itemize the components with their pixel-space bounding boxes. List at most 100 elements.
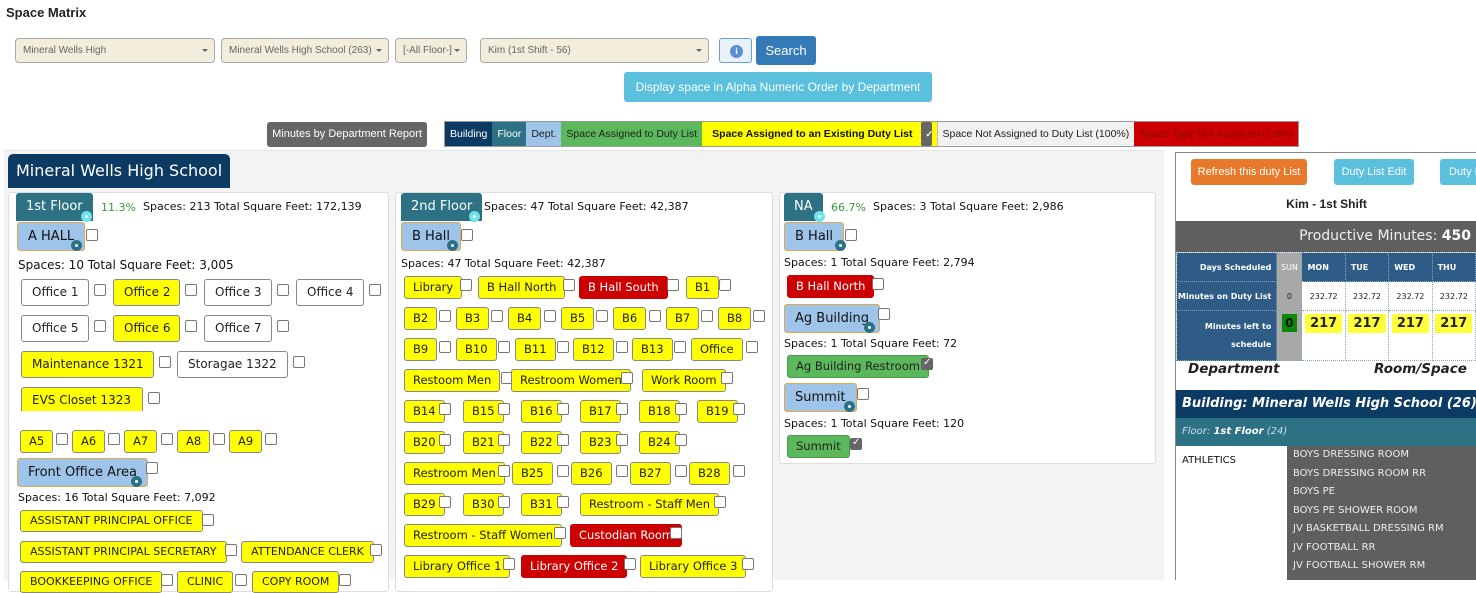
space-b-hall-north[interactable]: B Hall North (787, 275, 875, 298)
space-checkbox[interactable] (491, 310, 503, 322)
space-office-4[interactable]: Office 4 (296, 279, 364, 306)
dept-checkbox[interactable] (146, 462, 158, 474)
space-checkbox[interactable] (213, 433, 225, 445)
space-checkbox[interactable] (498, 496, 510, 508)
duty-list-button[interactable]: Duty L (1440, 159, 1476, 185)
space-checkbox[interactable] (616, 403, 628, 415)
space-clinic[interactable]: CLINIC (177, 571, 234, 593)
space-checkbox[interactable] (159, 356, 171, 368)
space-button[interactable]: B16 (521, 400, 562, 423)
space-checkbox[interactable] (369, 284, 381, 296)
space-checkbox[interactable] (439, 434, 451, 446)
space-button[interactable]: B27 (630, 462, 671, 485)
space-checkbox[interactable] (94, 284, 106, 296)
space-button[interactable]: B23 (580, 431, 621, 454)
space-bookkeeping[interactable]: BOOKKEEPING OFFICE (20, 571, 163, 593)
space-checkbox[interactable] (544, 310, 556, 322)
space-checkbox[interactable] (370, 544, 382, 556)
collapse-icon[interactable] (81, 211, 92, 222)
info-button[interactable]: i (719, 38, 752, 63)
space-checkbox[interactable] (148, 392, 160, 404)
space-checkbox[interactable] (503, 558, 515, 570)
space-button[interactable]: B17 (580, 400, 621, 423)
space-button[interactable]: B13 (632, 338, 673, 361)
space-asst-principal-secretary[interactable]: ASSISTANT PRINCIPAL SECRETARY (20, 541, 227, 563)
space-storage[interactable]: Storagae 1322 (177, 351, 288, 378)
floor-select[interactable]: [-All Floor-] (395, 38, 467, 63)
space-a6[interactable]: A6 (72, 430, 106, 453)
space-checkbox[interactable] (557, 496, 569, 508)
space-checkbox[interactable] (721, 372, 733, 384)
space-checkbox[interactable] (563, 279, 575, 291)
space-button[interactable]: B12 (573, 338, 614, 361)
space-checkbox[interactable] (460, 279, 472, 291)
space-office-5[interactable]: Office 5 (21, 315, 89, 342)
room-item[interactable]: BOYS PE (1287, 483, 1476, 502)
expand-icon[interactable] (844, 401, 855, 412)
space-checkbox[interactable] (667, 279, 679, 291)
space-checkbox[interactable] (94, 320, 106, 332)
space-button[interactable]: B Hall North (478, 276, 566, 299)
space-button[interactable]: B19 (697, 400, 738, 423)
building-tab[interactable]: Mineral Wells High School (8, 154, 231, 188)
room-item[interactable]: JV FOOTBALL SHOWER RM (1287, 557, 1476, 576)
space-checkbox[interactable] (557, 465, 569, 477)
dept-checkbox[interactable] (857, 388, 869, 400)
room-item[interactable]: JV BASKETBALL DRESSING RM (1287, 520, 1476, 539)
space-button[interactable]: B31 (521, 493, 562, 516)
space-button[interactable]: B26 (571, 462, 612, 485)
space-checkbox[interactable] (616, 341, 628, 353)
dept-checkbox[interactable] (461, 229, 473, 241)
space-button[interactable]: B5 (561, 307, 595, 330)
space-button[interactable]: B18 (639, 400, 680, 423)
building-row[interactable]: Building: Mineral Wells High School (26) (1176, 390, 1476, 418)
space-checkbox[interactable] (225, 544, 237, 556)
space-office-2[interactable]: Office 2 (113, 279, 180, 306)
space-checkbox[interactable] (235, 574, 247, 586)
space-checkbox[interactable] (649, 310, 661, 322)
space-checkbox[interactable] (753, 310, 765, 322)
building-select[interactable]: Mineral Wells High School (263) (221, 38, 389, 63)
space-button[interactable]: Library (404, 276, 463, 299)
space-a8[interactable]: A8 (177, 430, 211, 453)
space-button[interactable]: B22 (521, 431, 562, 454)
space-checkbox[interactable] (616, 434, 628, 446)
search-button[interactable]: Search (756, 36, 816, 65)
space-button[interactable]: B2 (404, 307, 438, 330)
space-button[interactable]: Work Room (642, 369, 726, 392)
space-asst-principal-office[interactable]: ASSISTANT PRINCIPAL OFFICE (20, 510, 203, 532)
space-button[interactable]: B10 (456, 338, 497, 361)
space-checkbox[interactable] (674, 341, 686, 353)
space-button[interactable]: Restroom - Staff Women (404, 524, 562, 547)
space-checkbox[interactable] (339, 574, 351, 586)
refresh-duty-list-button[interactable]: Refresh this duty List (1191, 159, 1307, 185)
space-checkbox[interactable] (161, 433, 173, 445)
space-checkbox-checked[interactable] (921, 357, 933, 370)
collapse-icon[interactable] (469, 211, 480, 222)
dept-checkbox[interactable] (878, 308, 890, 320)
dept-checkbox[interactable] (86, 229, 98, 241)
minutes-report-button[interactable]: Minutes by Department Report (267, 122, 427, 147)
district-select[interactable]: Mineral Wells High (15, 38, 215, 63)
space-checkbox[interactable] (675, 403, 687, 415)
space-button[interactable]: B28 (689, 462, 730, 485)
space-button[interactable]: B4 (508, 307, 542, 330)
space-button[interactable]: Library Office 3 (640, 555, 747, 578)
space-a7[interactable]: A7 (124, 430, 158, 453)
expand-icon[interactable] (447, 240, 458, 251)
space-checkbox[interactable] (277, 284, 289, 296)
space-button[interactable]: Library Office 1 (404, 555, 511, 578)
space-a9[interactable]: A9 (229, 430, 263, 453)
space-office-3[interactable]: Office 3 (204, 279, 272, 306)
space-checkbox[interactable] (719, 279, 731, 291)
space-checkbox[interactable] (202, 514, 214, 526)
space-checkbox[interactable] (621, 372, 633, 384)
space-checkbox[interactable] (624, 558, 636, 570)
space-button[interactable]: B24 (639, 431, 680, 454)
space-evs-closet[interactable]: EVS Closet 1323 (21, 387, 143, 411)
space-maintenance[interactable]: Maintenance 1321 (21, 351, 154, 378)
expand-icon[interactable] (835, 240, 846, 251)
space-checkbox[interactable] (439, 310, 451, 322)
space-office-1[interactable]: Office 1 (21, 279, 89, 306)
dept-checkbox[interactable] (845, 229, 857, 241)
